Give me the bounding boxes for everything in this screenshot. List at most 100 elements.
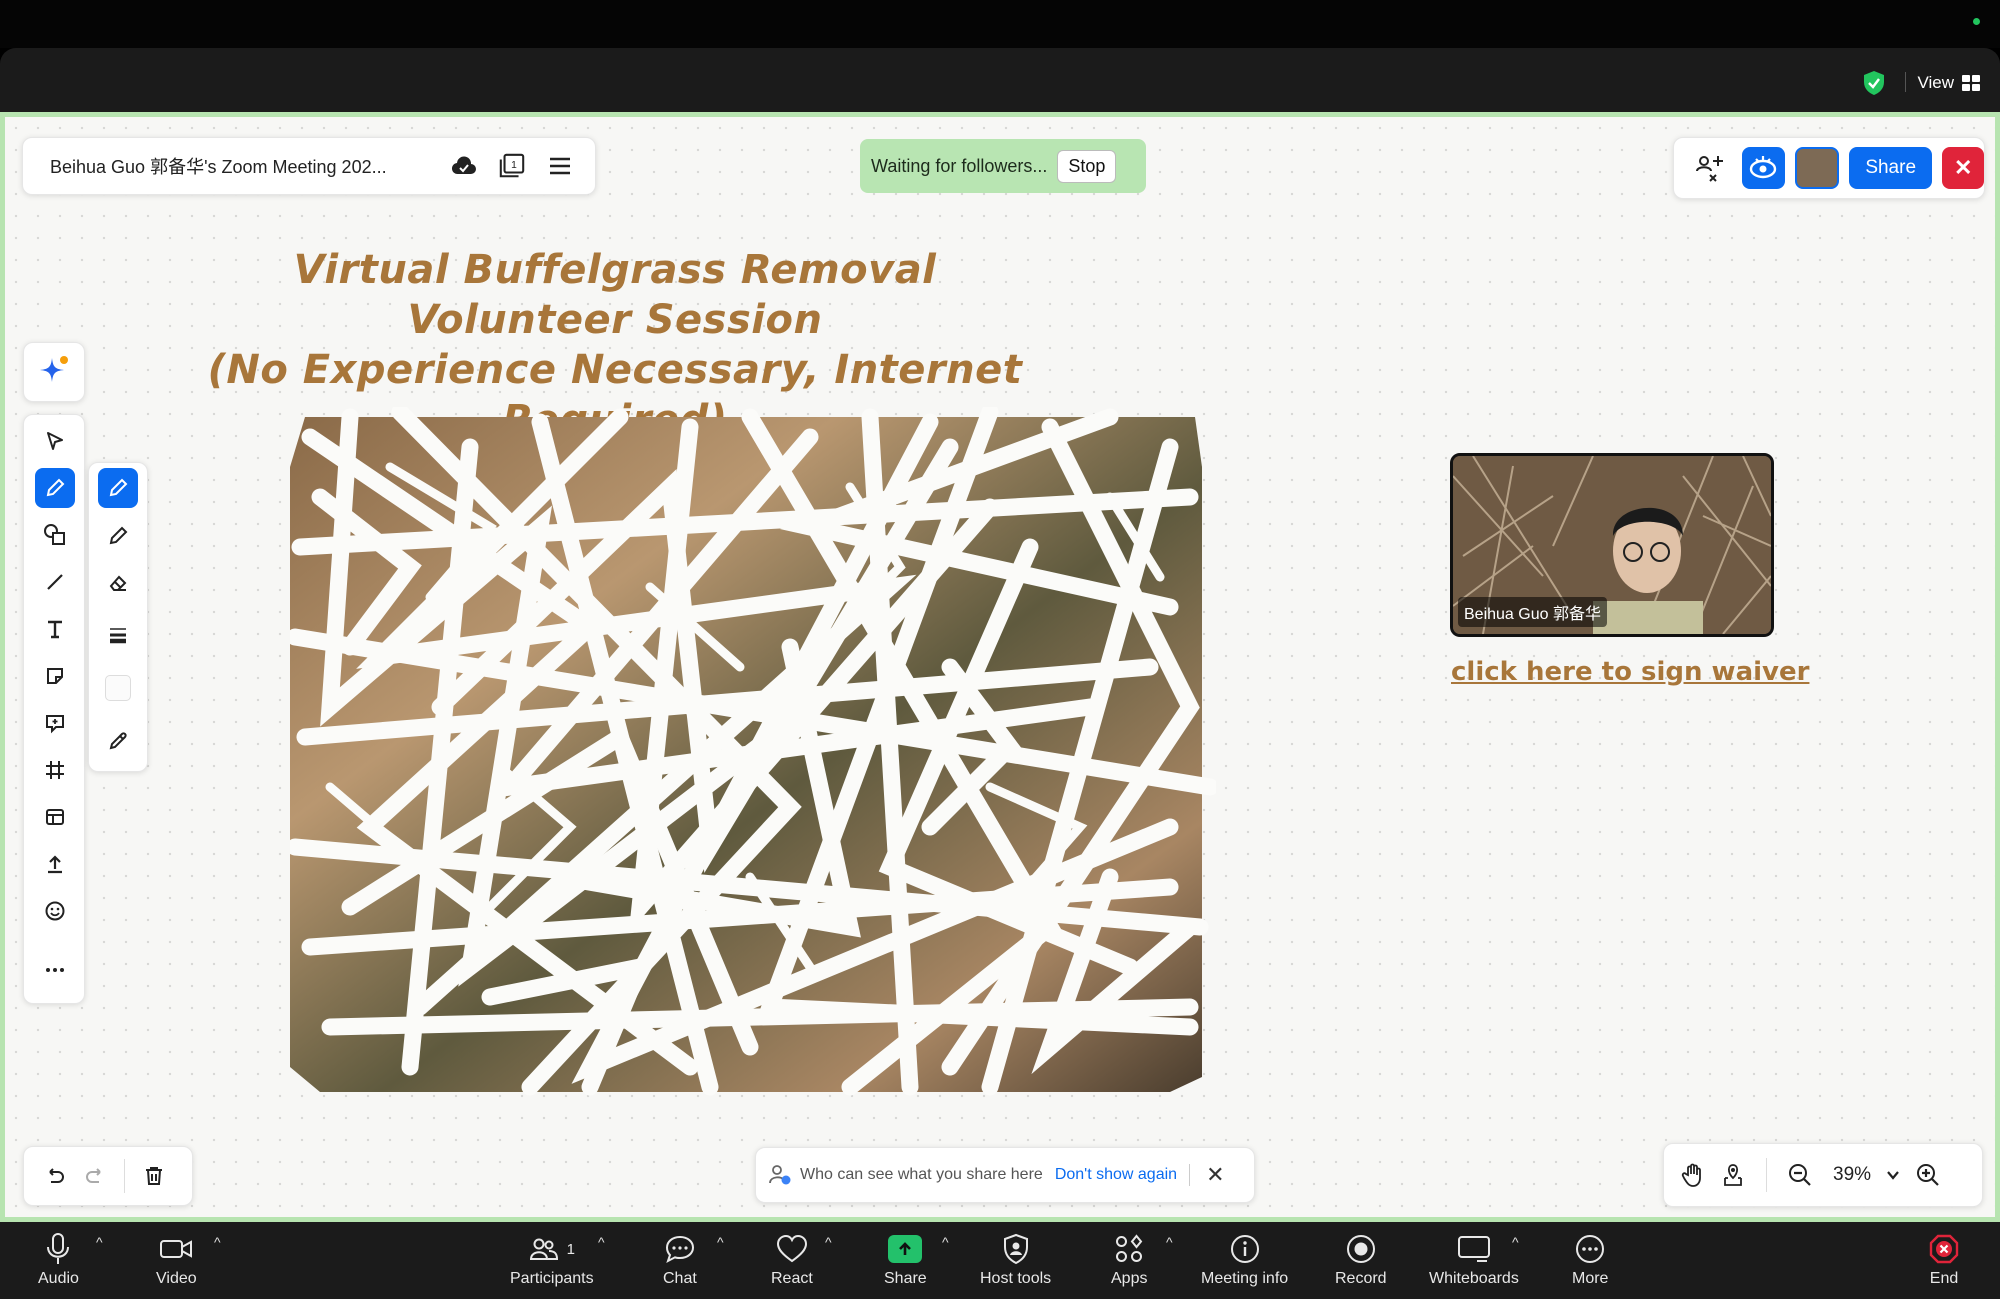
more-icon [1576, 1235, 1605, 1263]
more-button[interactable]: More [1572, 1230, 1608, 1288]
dont-show-again-link[interactable]: Don't show again [1055, 1166, 1177, 1184]
audio-button[interactable]: Audio [38, 1230, 79, 1288]
shield-icon[interactable] [1862, 70, 1886, 96]
zoom-in-icon[interactable] [1915, 1162, 1941, 1188]
apps-options-caret[interactable]: ^ [1166, 1234, 1173, 1250]
emoji-tool[interactable] [35, 891, 75, 931]
follow-icon[interactable] [1741, 147, 1786, 189]
apps-label: Apps [1111, 1270, 1148, 1287]
menu-icon[interactable] [546, 152, 574, 180]
undo-icon[interactable] [44, 1165, 66, 1187]
stop-button[interactable]: Stop [1057, 149, 1117, 183]
react-options-caret[interactable]: ^ [825, 1234, 832, 1250]
camera-indicator-dot [1973, 18, 1980, 25]
text-tool[interactable] [35, 609, 75, 649]
pen-options-palette [88, 462, 148, 772]
zoom-divider [1766, 1158, 1767, 1192]
meeting-info-button[interactable]: Meeting info [1201, 1230, 1288, 1288]
line-tool[interactable] [35, 562, 75, 602]
video-options-caret[interactable]: ^ [214, 1234, 221, 1250]
video-label: Video [156, 1270, 197, 1287]
locate-icon[interactable] [1720, 1162, 1746, 1188]
erased-buffelgrass-image[interactable] [290, 407, 1216, 1097]
ai-collaborators-icon[interactable] [1688, 147, 1732, 189]
whiteboards-label: Whiteboards [1429, 1270, 1519, 1287]
cloud-sync-icon[interactable] [450, 152, 478, 180]
share-options-caret[interactable]: ^ [942, 1234, 949, 1250]
whiteboard-canvas[interactable]: Beihua Guo 郭备华's Zoom Meeting 202... 1 W… [0, 112, 2000, 1222]
zoom-out-icon[interactable] [1787, 1162, 1813, 1188]
chevron-down-icon[interactable] [1885, 1167, 1901, 1183]
participants-button[interactable]: 1 Participants [510, 1230, 594, 1288]
avatar[interactable] [1795, 147, 1839, 189]
pen-tool[interactable] [35, 468, 75, 508]
close-icon[interactable]: ✕ [1206, 1162, 1224, 1188]
template-tool[interactable] [35, 797, 75, 837]
info-icon [1230, 1235, 1259, 1263]
upload-tool[interactable] [35, 844, 75, 884]
notice-divider [1189, 1164, 1191, 1186]
video-thumbnail[interactable]: Beihua Guo 郭备华 [1450, 453, 1774, 637]
stroke-width-option[interactable] [98, 615, 138, 655]
share-label: Share [884, 1270, 927, 1287]
hand-icon[interactable] [1680, 1162, 1706, 1188]
close-icon[interactable]: ✕ [1942, 147, 1985, 189]
text-icon [48, 620, 62, 639]
chat-label: Chat [663, 1270, 697, 1287]
eyedropper-option[interactable] [98, 721, 138, 761]
apps-icon [1116, 1234, 1143, 1262]
pages-icon[interactable]: 1 [498, 152, 526, 180]
end-icon [1929, 1234, 1959, 1264]
share-screen-icon [888, 1235, 923, 1263]
select-tool[interactable] [35, 421, 75, 461]
upload-icon [48, 855, 62, 874]
meeting-toolbar: Audio ^ Video ^ 1 Participants ^ Chat ^ … [0, 1222, 2000, 1299]
cursor-icon [47, 432, 63, 450]
ai-assistant-button[interactable] [23, 342, 85, 402]
eraser-icon [109, 575, 127, 591]
meeting-title: Beihua Guo 郭备华's Zoom Meeting 202... [50, 157, 387, 177]
share-button[interactable]: Share [1849, 147, 1933, 189]
audio-label: Audio [38, 1270, 79, 1287]
highlighter-icon [109, 526, 128, 545]
chat-button[interactable]: Chat [663, 1230, 697, 1288]
pen-option[interactable] [98, 468, 138, 508]
host-tools-button[interactable]: Host tools [980, 1230, 1051, 1288]
audio-options-caret[interactable]: ^ [96, 1234, 103, 1250]
view-label: View [1917, 73, 1954, 92]
heart-icon [776, 1234, 807, 1263]
eraser-option[interactable] [98, 563, 138, 603]
highlighter-option[interactable] [98, 516, 138, 556]
frame-tool[interactable] [35, 750, 75, 790]
react-button[interactable]: React [771, 1230, 813, 1288]
color-option[interactable] [98, 668, 138, 708]
end-meeting-button[interactable]: End [1928, 1230, 1960, 1288]
zoom-controls: 39% [1663, 1143, 1983, 1207]
zoom-level[interactable]: 39% [1833, 1164, 1871, 1186]
view-button[interactable]: View [1917, 68, 1980, 98]
notice-text: Who can see what you share here [800, 1166, 1043, 1183]
video-button[interactable]: Video [156, 1230, 197, 1288]
trash-icon[interactable] [143, 1165, 165, 1187]
record-button[interactable]: Record [1335, 1230, 1387, 1288]
comment-tool[interactable] [35, 703, 75, 743]
whiteboards-button[interactable]: Whiteboards [1429, 1230, 1519, 1288]
participants-options-caret[interactable]: ^ [598, 1234, 605, 1250]
emoji-icon [45, 901, 65, 921]
sign-waiver-link[interactable]: click here to sign waiver [1451, 657, 1809, 687]
color-swatch [105, 675, 131, 701]
more-tool[interactable] [35, 950, 75, 990]
chat-options-caret[interactable]: ^ [717, 1234, 724, 1250]
sticky-note-icon [47, 668, 63, 684]
redo-icon[interactable] [84, 1165, 106, 1187]
share-screen-button[interactable]: Share [884, 1230, 927, 1288]
sticky-note-tool[interactable] [35, 656, 75, 696]
system-top-bar [0, 0, 2000, 48]
whiteboards-options-caret[interactable]: ^ [1512, 1234, 1519, 1250]
host-tools-label: Host tools [980, 1270, 1052, 1287]
apps-button[interactable]: Apps [1111, 1230, 1147, 1288]
host-shield-icon [1003, 1233, 1028, 1265]
follow-status-banner: Waiting for followers... Stop [860, 139, 1146, 193]
share-visibility-notice: Who can see what you share here Don't sh… [755, 1147, 1255, 1203]
shapes-tool[interactable] [35, 515, 75, 555]
